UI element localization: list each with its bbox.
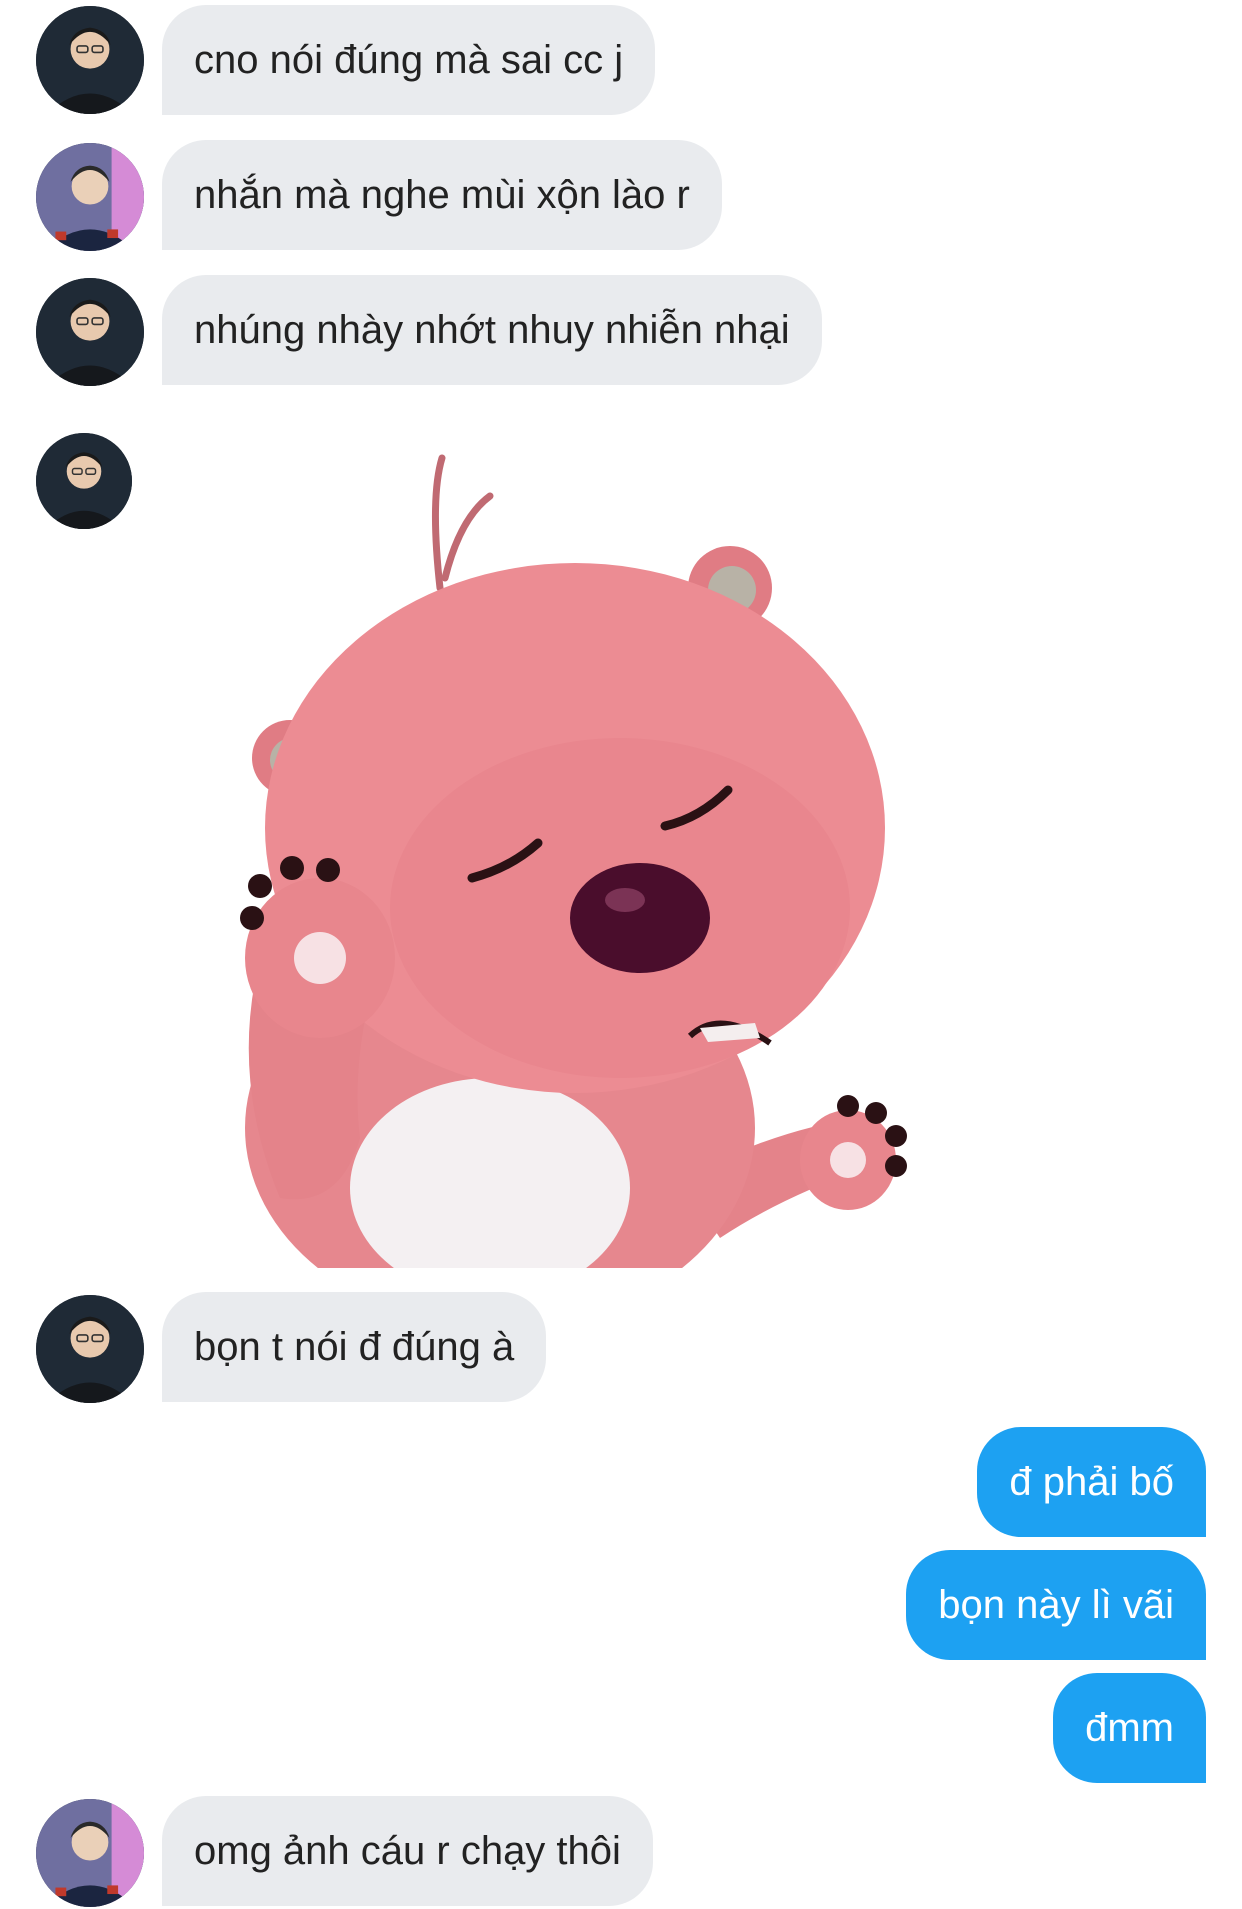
avatar[interactable] (36, 6, 144, 114)
incoming-message-bubble[interactable]: bọn t nói đ đúng à (162, 1292, 547, 1402)
outgoing-message-bubble[interactable]: đmm (1053, 1673, 1206, 1783)
avatar[interactable] (36, 278, 144, 386)
incoming-message-bubble[interactable]: nhắn mà nghe mùi xộn lào r (162, 140, 722, 250)
outgoing-message-bubble[interactable]: bọn này lì vãi (906, 1550, 1206, 1660)
outgoing-message-bubble[interactable]: đ phải bố (977, 1427, 1206, 1537)
avatar[interactable] (36, 1295, 144, 1403)
avatar[interactable] (36, 433, 132, 529)
avatar[interactable] (36, 1799, 144, 1907)
avatar[interactable] (36, 143, 144, 251)
incoming-message-bubble[interactable]: omg ảnh cáu r chạy thôi (162, 1796, 653, 1906)
incoming-message-bubble[interactable]: nhúng nhày nhớt nhuy nhiễn nhại (162, 275, 822, 385)
incoming-message-bubble[interactable]: cno nói đúng mà sai cc j (162, 5, 656, 115)
pink-beaver-sticker[interactable] (160, 438, 1015, 1328)
